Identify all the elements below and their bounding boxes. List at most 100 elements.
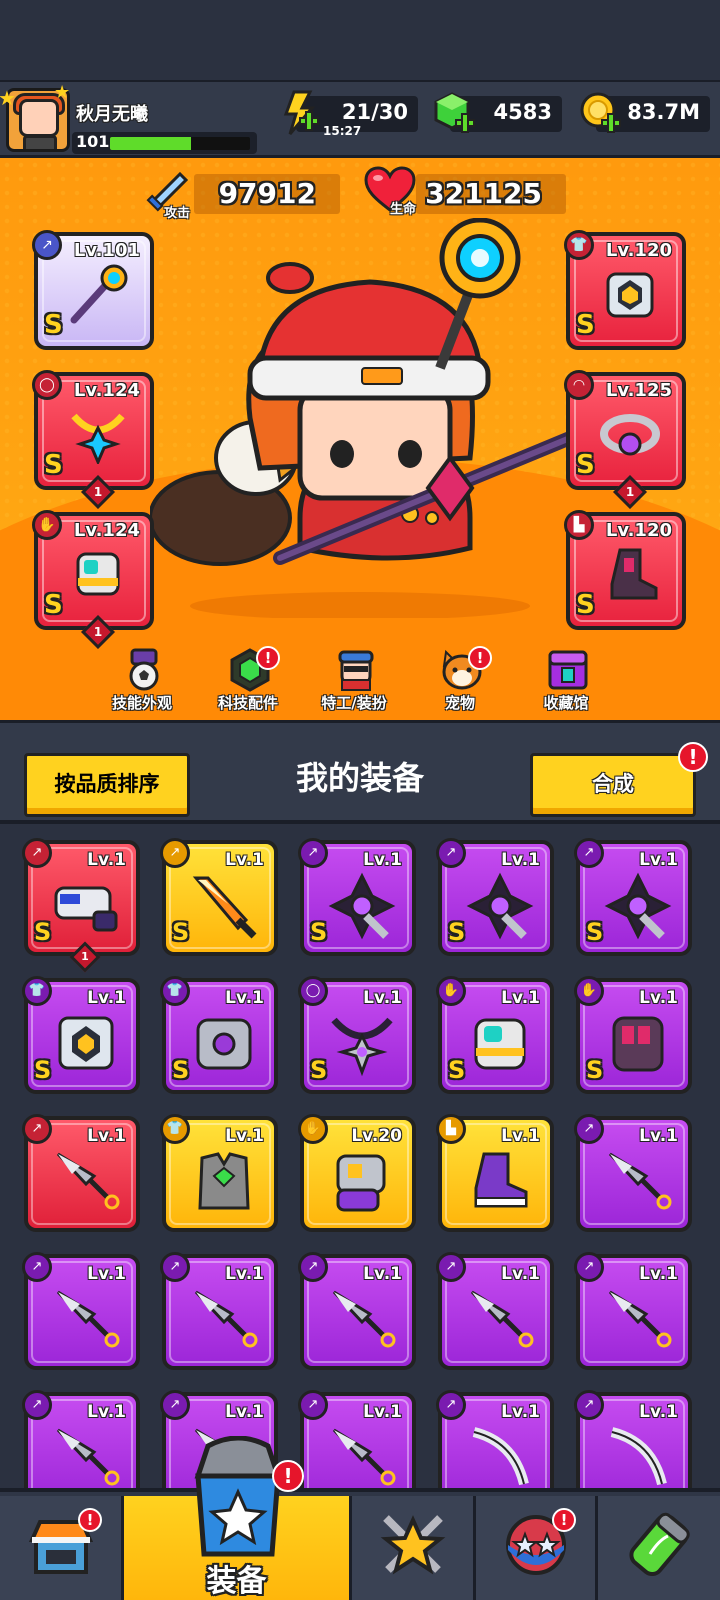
nav-shop[interactable]: ! xyxy=(0,1496,124,1600)
inventory-item[interactable]: ↗ Lv.1 S xyxy=(436,838,554,956)
agent-icon xyxy=(338,650,374,691)
level-box: 101 xyxy=(72,132,257,154)
item-grade: S xyxy=(586,918,604,946)
alert-badge: ! xyxy=(552,1508,576,1532)
item-level: Lv.1 xyxy=(639,1402,678,1422)
slot-belt[interactable]: ◠ Lv.125 S 1 xyxy=(564,370,686,509)
inventory-item[interactable]: ↗ Lv.1 xyxy=(160,1252,278,1370)
item-type-icon: ▙ xyxy=(436,1114,466,1144)
weapon-type-icon: ↗ xyxy=(32,230,62,260)
item-type-icon: ✋ xyxy=(574,976,604,1006)
crossed-swords-star-icon xyxy=(380,1515,445,1575)
sort-by-quality-button[interactable]: 按品质排序 xyxy=(24,753,190,817)
inventory-item[interactable]: ✋ Lv.20 xyxy=(298,1114,416,1232)
item-grade: S xyxy=(448,1056,466,1084)
func-label: 科技配件 xyxy=(217,694,278,712)
item-type-icon: ↗ xyxy=(22,1252,52,1282)
item-type-icon: ✋ xyxy=(436,976,466,1006)
star-icon: ★ xyxy=(0,86,16,110)
staff-icon xyxy=(70,264,128,324)
necklace-type-icon: ◯ xyxy=(32,370,62,400)
tech-parts-button[interactable]: 科技配件 ! xyxy=(198,646,298,718)
inventory-item[interactable]: ✋ Lv.1 S xyxy=(436,976,554,1094)
nav-equipment[interactable]: ! 装备 xyxy=(124,1436,352,1600)
alert-badge: ! xyxy=(78,1508,102,1532)
inventory-item[interactable]: 👕 Lv.1 S xyxy=(22,976,140,1094)
inventory-item[interactable]: ↗ Lv.1 xyxy=(574,1252,692,1370)
slot-necklace[interactable]: ◯ Lv.124 S 1 xyxy=(32,370,154,509)
item-level: Lv.1 xyxy=(225,1402,264,1422)
inventory-item[interactable]: ↗ Lv.1 S 1 xyxy=(22,838,140,973)
inventory-item[interactable]: ↗ Lv.1 xyxy=(574,1114,692,1232)
drill-icon xyxy=(466,872,534,940)
inventory-item[interactable]: ▙ Lv.1 xyxy=(436,1114,554,1232)
slot-gloves[interactable]: ✋ Lv.124 S 1 xyxy=(32,510,154,649)
panel-title: 我的装备 xyxy=(295,759,424,797)
glove-icon xyxy=(336,1154,386,1212)
bottom-nav: ! ! 装备 ! xyxy=(0,1436,720,1600)
inventory-item[interactable]: ↗ Lv.1 xyxy=(574,1390,692,1490)
item-type-icon: ↗ xyxy=(574,1252,604,1282)
item-type-icon: ↗ xyxy=(160,838,190,868)
inventory-item[interactable]: ◯ Lv.1 S xyxy=(298,976,416,1094)
inventory-item[interactable]: ↗ Lv.1 S xyxy=(160,838,278,956)
top-header: ★ ★ 秋月无曦 101 21/30 15:27 4583 83.7M xyxy=(0,80,720,158)
inventory-item[interactable]: ↗ Lv.1 S xyxy=(298,838,416,956)
inventory-item[interactable]: ↗ Lv.1 xyxy=(22,1252,140,1370)
blade-icon xyxy=(472,1427,529,1486)
item-grade: S xyxy=(34,918,52,946)
nav-battle[interactable] xyxy=(352,1496,476,1600)
dark-gauntlet-icon xyxy=(612,1016,664,1072)
hp-stat: 321125 xyxy=(416,174,566,214)
item-type-icon: ↗ xyxy=(574,1390,604,1420)
nav-gene[interactable] xyxy=(598,1496,720,1600)
collection-button[interactable]: 收藏馆 xyxy=(516,648,616,718)
slot-armor[interactable]: 👕 Lv.120 S xyxy=(564,230,686,350)
pet-button[interactable]: 宠物 ! xyxy=(410,646,510,718)
inventory-item[interactable]: ↗ Lv.1 xyxy=(22,1114,140,1232)
item-level: Lv.1 xyxy=(225,1126,264,1146)
item-level: Lv.1 xyxy=(639,1264,678,1284)
slot-boots[interactable]: ▙ Lv.120 S xyxy=(564,510,686,630)
slot-level: Lv.124 xyxy=(73,520,140,541)
glove-type-icon: ✋ xyxy=(32,510,62,540)
skill-skin-button[interactable]: 技能外观 xyxy=(92,648,192,718)
item-level: Lv.1 xyxy=(225,850,264,870)
item-type-icon: ↗ xyxy=(160,1390,190,1420)
dna-capsule-icon xyxy=(629,1512,690,1577)
star-icon: ★ xyxy=(54,82,71,103)
hp-value: 321125 xyxy=(425,177,542,210)
sword-icon xyxy=(192,876,257,939)
slot-weapon[interactable]: ↗ Lv.101 S xyxy=(32,230,154,350)
agent-outfit-button[interactable]: 特工/装扮 xyxy=(304,648,404,718)
inventory-item[interactable]: ↗ Lv.1 xyxy=(22,1390,140,1490)
kunai-icon xyxy=(194,1290,258,1348)
item-level: Lv.1 xyxy=(363,988,402,1008)
inventory-item[interactable]: ↗ Lv.1 xyxy=(436,1390,554,1490)
inventory-item[interactable]: ↗ Lv.1 xyxy=(298,1390,416,1490)
merge-button-label: 合成 xyxy=(592,772,634,796)
item-type-icon: ↗ xyxy=(160,1252,190,1282)
nav-events[interactable]: ! xyxy=(476,1496,598,1600)
inventory-item[interactable]: ✋ Lv.1 S xyxy=(574,976,692,1094)
lightning-icon xyxy=(283,90,319,135)
item-level: Lv.1 xyxy=(639,988,678,1008)
attack-stat: 97912 xyxy=(194,174,340,214)
item-grade: S xyxy=(310,1056,328,1084)
equipment-icon xyxy=(194,1436,282,1557)
gauntlet-icon xyxy=(474,1018,526,1070)
inventory-item[interactable]: ↗ Lv.1 xyxy=(298,1252,416,1370)
merge-button[interactable]: 合成 xyxy=(530,753,696,817)
item-grade: S xyxy=(310,918,328,946)
item-level: Lv.1 xyxy=(87,988,126,1008)
kunai-icon xyxy=(56,1290,120,1348)
inventory-item[interactable]: 👕 Lv.1 xyxy=(160,1114,278,1232)
inventory-item[interactable]: ↗ Lv.1 S xyxy=(574,838,692,956)
inventory-grid: ↗ Lv.1 S 1 ↗ Lv.1 S ↗ Lv.1 S ↗ Lv.1 S ↗ Lv.1 S 👕 Lv.1 S 👕 Lv… xyxy=(0,824,720,1490)
gauntlet-icon xyxy=(76,552,120,596)
item-level: Lv.1 xyxy=(501,850,540,870)
inventory-item[interactable]: ↗ Lv.1 xyxy=(436,1252,554,1370)
inventory-item[interactable]: 👕 Lv.1 S xyxy=(160,976,278,1094)
item-type-icon: 👕 xyxy=(22,976,52,1006)
necklace-icon xyxy=(71,413,125,464)
